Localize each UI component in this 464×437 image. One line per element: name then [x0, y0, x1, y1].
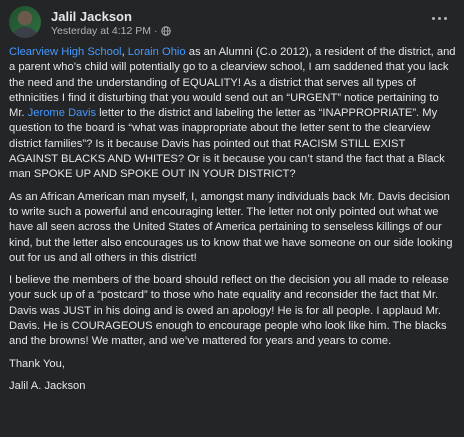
meta-separator: · — [154, 25, 158, 37]
post-header: Jalil Jackson Yesterday at 4:12 PM · — [9, 6, 454, 38]
paragraph-2: As an African American man myself, I, am… — [9, 190, 453, 264]
avatar[interactable] — [9, 6, 41, 38]
signoff: Thank You, — [9, 357, 65, 370]
link-lorain-ohio[interactable]: Lorain Ohio — [128, 46, 186, 58]
more-dot — [431, 16, 435, 20]
more-dot — [437, 16, 441, 20]
post-meta: Yesterday at 4:12 PM · — [51, 25, 171, 37]
paragraph-1: Clearview High School, Lorain Ohio as an… — [9, 45, 456, 183]
post-time[interactable]: Yesterday at 4:12 PM — [51, 25, 151, 37]
post-body: Clearview High School, Lorain Ohio as an… — [9, 45, 456, 401]
facebook-post: Jalil Jackson Yesterday at 4:12 PM · Cle… — [0, 0, 464, 437]
link-clearview-high-school[interactable]: Clearview High School — [9, 46, 122, 58]
author-name[interactable]: Jalil Jackson — [51, 9, 132, 24]
globe-icon[interactable] — [160, 26, 171, 36]
signature: Jalil A. Jackson — [9, 379, 86, 392]
more-options-icon[interactable] — [428, 10, 450, 26]
link-jerome-davis[interactable]: Jerome Davis — [28, 107, 96, 119]
more-dot — [443, 16, 447, 20]
paragraph-3: I believe the members of the board shoul… — [9, 274, 449, 348]
